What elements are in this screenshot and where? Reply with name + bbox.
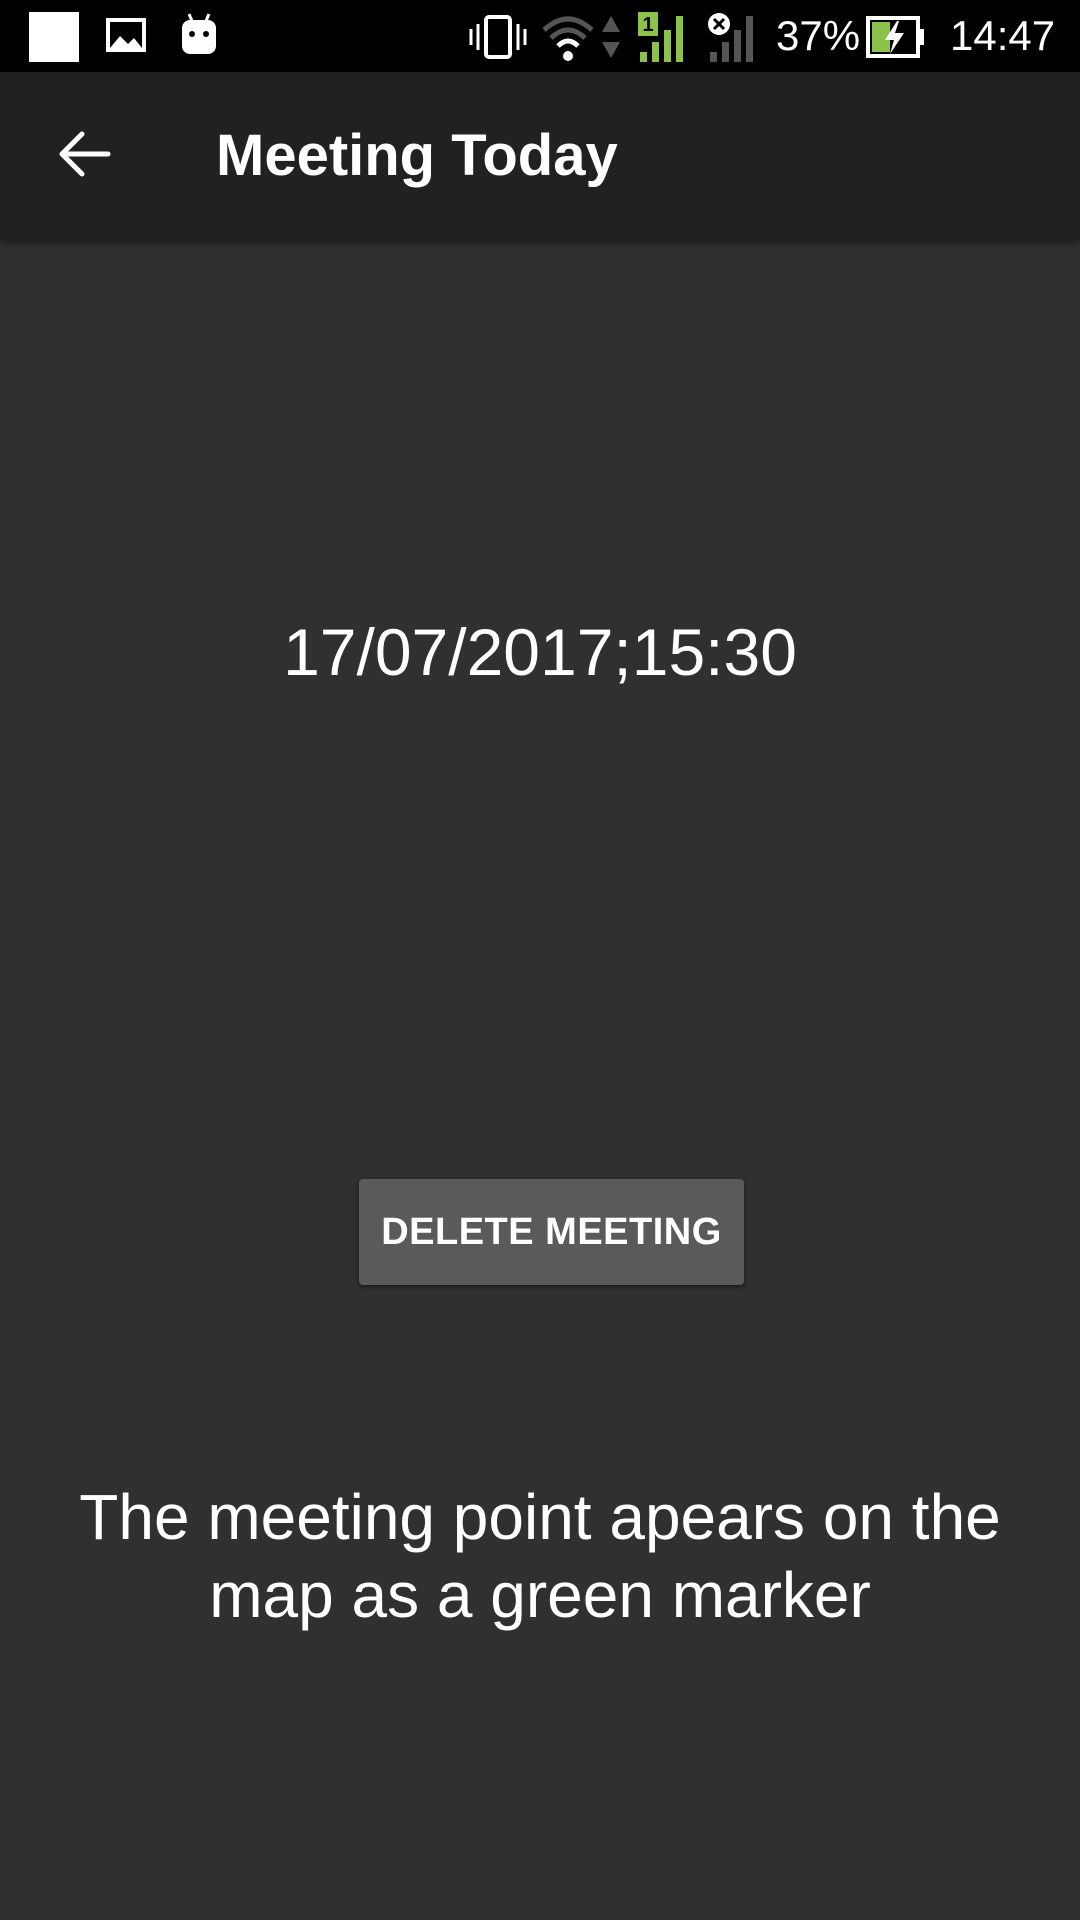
- back-button[interactable]: [36, 108, 132, 204]
- battery-percent: 37%: [776, 12, 861, 59]
- signal-sim1-icon: 1: [636, 10, 692, 69]
- vibrate-icon: [468, 14, 528, 65]
- svg-text:1: 1: [642, 14, 653, 36]
- app-bar: Meeting Today: [0, 72, 1080, 240]
- status-bar: 1 37% 14:47: [0, 0, 1080, 72]
- wifi-icon: [540, 12, 596, 67]
- page-title: Meeting Today: [216, 123, 618, 188]
- notification-square-icon: [29, 12, 79, 67]
- data-arrows-icon: [600, 14, 622, 65]
- meeting-info-text: The meeting point apears on the map as a…: [79, 1481, 1001, 1631]
- battery-charging-icon: [866, 16, 926, 63]
- image-icon: [106, 18, 146, 57]
- signal-sim2-no-service-icon: [706, 10, 762, 69]
- delete-meeting-button[interactable]: DELETE MEETING: [359, 1179, 744, 1285]
- meeting-datetime: 17/07/2017;15:30: [283, 615, 797, 689]
- arrow-back-icon: [56, 129, 112, 184]
- clock: 14:47: [950, 12, 1056, 59]
- android-icon: [180, 12, 218, 61]
